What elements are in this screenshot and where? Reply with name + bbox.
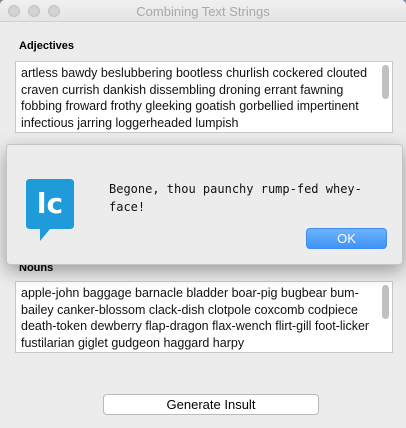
dialog-message: Begone, thou paunchy rump-fed whey-face! — [109, 182, 362, 214]
adjectives-text: artless bawdy beslubbering bootless chur… — [21, 66, 368, 130]
app-icon: lc — [26, 179, 74, 249]
generate-insult-button[interactable]: Generate Insult — [103, 394, 319, 415]
nouns-scrollbar[interactable] — [381, 284, 390, 350]
nouns-text-field[interactable]: apple-john baggage barnacle bladder boar… — [15, 281, 393, 353]
nouns-text: apple-john baggage barnacle bladder boar… — [21, 286, 370, 350]
adjectives-label: Adjectives — [19, 40, 75, 52]
adjectives-scroll-thumb[interactable] — [382, 65, 389, 99]
adjectives-scrollbar[interactable] — [381, 64, 390, 130]
title-bar: Combining Text Strings — [0, 0, 406, 22]
ok-button[interactable]: OK — [306, 228, 387, 249]
nouns-scroll-thumb[interactable] — [382, 285, 389, 319]
app-icon-text: lc — [37, 187, 63, 220]
alert-dialog: lc Begone, thou paunchy rump-fed whey-fa… — [6, 144, 403, 265]
window-title: Combining Text Strings — [136, 4, 270, 19]
adjectives-text-field[interactable]: artless bawdy beslubbering bootless chur… — [15, 61, 393, 133]
